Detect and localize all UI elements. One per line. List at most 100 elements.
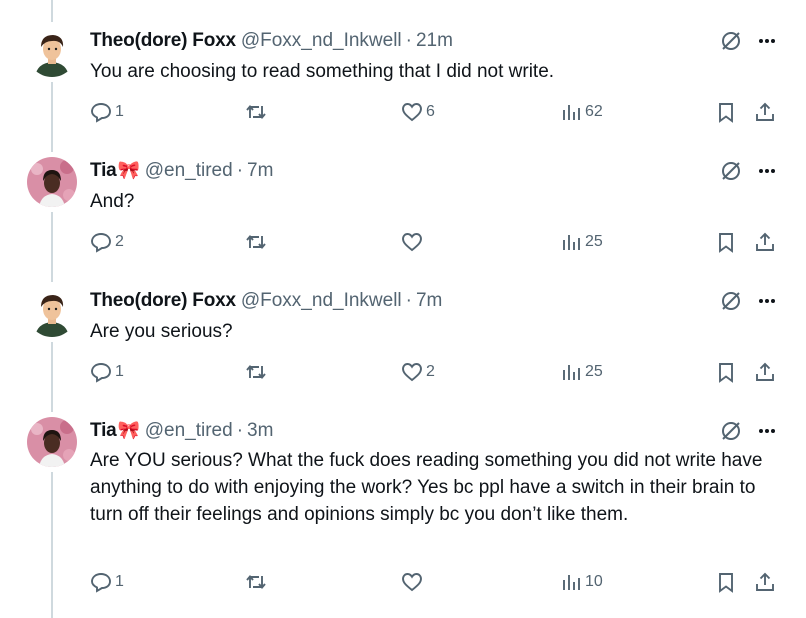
more-options-icon[interactable] xyxy=(755,30,779,52)
share-button[interactable] xyxy=(754,230,776,254)
retweet-icon xyxy=(246,575,266,589)
timestamp[interactable]: 21m xyxy=(416,30,453,52)
display-name[interactable]: Theo(dore) Foxx xyxy=(90,30,236,52)
action-bar: 1 10 xyxy=(90,570,790,594)
separator: · xyxy=(405,290,412,311)
like-count: 6 xyxy=(426,103,435,120)
bow-emoji: 🎀 xyxy=(117,160,140,180)
tweet-header: Tia 🎀 @en_tired · 7m xyxy=(90,160,273,184)
like-button[interactable]: 6 xyxy=(401,100,435,124)
share-icon xyxy=(756,572,774,591)
tweet-header: Tia 🎀 @en_tired · 3m xyxy=(90,420,273,444)
tweet-2[interactable]: Tia 🎀 @en_tired · 7m And? 2 25 xyxy=(0,140,806,270)
avatar[interactable] xyxy=(27,417,77,467)
share-button[interactable] xyxy=(754,570,776,594)
action-bar: 1 6 62 xyxy=(90,100,790,124)
timestamp[interactable]: 3m xyxy=(247,420,273,442)
reply-icon xyxy=(91,363,111,383)
separator: · xyxy=(236,420,244,441)
timestamp[interactable]: 7m xyxy=(416,290,442,312)
share-icon xyxy=(756,102,774,121)
display-name[interactable]: Theo(dore) Foxx xyxy=(90,290,236,312)
more-options-icon[interactable] xyxy=(755,160,779,182)
bookmark-button[interactable] xyxy=(715,100,737,124)
reply-icon xyxy=(91,103,111,123)
more-options-icon[interactable] xyxy=(755,420,779,442)
tweet-header: Theo(dore) Foxx @Foxx_nd_Inkwell · 7m xyxy=(90,290,442,314)
reply-icon xyxy=(91,573,111,593)
retweet-icon xyxy=(246,365,266,379)
tweet-1[interactable]: Theo(dore) Foxx @Foxx_nd_Inkwell · 21m Y… xyxy=(0,0,806,140)
grok-icon[interactable] xyxy=(720,160,742,182)
action-bar: 1 2 25 xyxy=(90,360,790,384)
view-count: 10 xyxy=(585,573,603,590)
user-handle[interactable]: @en_tired xyxy=(145,420,233,442)
tweet-header: Theo(dore) Foxx @Foxx_nd_Inkwell · 21m xyxy=(90,30,453,54)
user-handle[interactable]: @Foxx_nd_Inkwell xyxy=(241,30,402,52)
view-count: 25 xyxy=(585,363,603,380)
bookmark-icon xyxy=(719,363,733,383)
share-button[interactable] xyxy=(754,100,776,124)
bookmark-button[interactable] xyxy=(715,360,737,384)
tweet-text: And? xyxy=(90,191,135,212)
reply-button[interactable]: 1 xyxy=(90,570,124,594)
tweet-text: Are you serious? xyxy=(90,321,233,342)
grok-icon[interactable] xyxy=(720,30,742,52)
views-button[interactable]: 25 xyxy=(560,360,603,384)
avatar[interactable] xyxy=(27,157,77,207)
cartoon-avatar-icon xyxy=(27,287,77,337)
avatar[interactable] xyxy=(27,27,77,77)
heart-icon xyxy=(402,103,422,122)
display-name[interactable]: Tia xyxy=(90,420,117,442)
like-button[interactable]: 2 xyxy=(401,360,435,384)
retweet-button[interactable] xyxy=(245,100,267,124)
retweet-icon xyxy=(246,235,266,249)
tweet-3[interactable]: Theo(dore) Foxx @Foxx_nd_Inkwell · 7m Ar… xyxy=(0,270,806,400)
retweet-button[interactable] xyxy=(245,360,267,384)
tweet-text: You are choosing to read something that … xyxy=(90,61,555,82)
analytics-icon xyxy=(563,105,580,120)
bookmark-icon xyxy=(719,573,733,593)
reply-button[interactable]: 2 xyxy=(90,230,124,254)
reply-count: 2 xyxy=(115,233,124,250)
analytics-icon xyxy=(563,365,580,380)
display-name[interactable]: Tia xyxy=(90,160,117,182)
photo-avatar-icon xyxy=(27,157,77,207)
user-handle[interactable]: @en_tired xyxy=(145,160,233,182)
timestamp[interactable]: 7m xyxy=(247,160,273,182)
like-button[interactable] xyxy=(401,570,423,594)
bookmark-button[interactable] xyxy=(715,570,737,594)
reply-button[interactable]: 1 xyxy=(90,100,124,124)
views-button[interactable]: 10 xyxy=(560,570,603,594)
heart-icon xyxy=(402,573,422,592)
like-button[interactable] xyxy=(401,230,423,254)
retweet-button[interactable] xyxy=(245,230,267,254)
views-button[interactable]: 62 xyxy=(560,100,603,124)
reply-button[interactable]: 1 xyxy=(90,360,124,384)
photo-avatar-icon xyxy=(27,417,77,467)
analytics-icon xyxy=(563,575,580,590)
view-count: 62 xyxy=(585,103,603,120)
bookmark-icon xyxy=(719,233,733,253)
separator: · xyxy=(405,30,412,51)
tweet-4[interactable]: Tia 🎀 @en_tired · 3m Are YOU serious? Wh… xyxy=(0,400,806,618)
reply-count: 1 xyxy=(115,103,124,120)
grok-icon[interactable] xyxy=(720,290,742,312)
user-handle[interactable]: @Foxx_nd_Inkwell xyxy=(241,290,402,312)
views-button[interactable]: 25 xyxy=(560,230,603,254)
grok-icon[interactable] xyxy=(720,420,742,442)
action-bar: 2 25 xyxy=(90,230,790,254)
cartoon-avatar-icon xyxy=(27,27,77,77)
analytics-icon xyxy=(563,235,580,250)
reply-count: 1 xyxy=(115,573,124,590)
heart-icon xyxy=(402,363,422,382)
reply-icon xyxy=(91,233,111,253)
bookmark-icon xyxy=(719,103,733,123)
share-button[interactable] xyxy=(754,360,776,384)
avatar[interactable] xyxy=(27,287,77,337)
like-count: 2 xyxy=(426,363,435,380)
more-options-icon[interactable] xyxy=(755,290,779,312)
tweet-text: Are YOU serious? What the fuck does read… xyxy=(90,450,763,525)
bookmark-button[interactable] xyxy=(715,230,737,254)
retweet-button[interactable] xyxy=(245,570,267,594)
